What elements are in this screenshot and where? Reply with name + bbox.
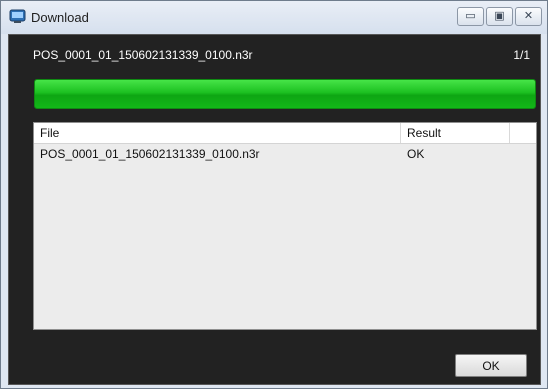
download-progress-bar xyxy=(34,79,536,109)
download-panel: POS_0001_01_150602131339_0100.n3r 1/1 Fi… xyxy=(8,34,541,385)
maximize-icon: ▣ xyxy=(494,10,505,22)
table-header: File Result xyxy=(34,123,536,144)
table-row[interactable]: POS_0001_01_150602131339_0100.n3r OK xyxy=(34,144,536,162)
minimize-icon: ▭ xyxy=(465,10,476,22)
column-header-result[interactable]: Result xyxy=(407,126,441,140)
column-divider[interactable] xyxy=(400,123,401,143)
result-table: File Result POS_0001_01_150602131339_010… xyxy=(33,122,537,330)
current-filename: POS_0001_01_150602131339_0100.n3r xyxy=(33,48,253,62)
row-result: OK xyxy=(407,147,425,161)
download-window: Download ▭ ▣ ✕ POS_0001_01_150602131339_… xyxy=(0,0,548,389)
ok-button[interactable]: OK xyxy=(455,354,527,377)
file-counter: 1/1 xyxy=(513,48,530,62)
row-file: POS_0001_01_150602131339_0100.n3r xyxy=(40,147,260,161)
download-app-icon xyxy=(9,9,26,23)
close-button[interactable]: ✕ xyxy=(515,7,542,26)
maximize-button[interactable]: ▣ xyxy=(486,7,513,26)
window-title: Download xyxy=(31,10,89,25)
progress-fill xyxy=(35,80,535,108)
title-bar[interactable]: Download ▭ ▣ ✕ xyxy=(1,1,547,34)
close-icon: ✕ xyxy=(523,10,534,22)
column-header-file[interactable]: File xyxy=(40,126,59,140)
minimize-button[interactable]: ▭ xyxy=(457,7,484,26)
column-divider[interactable] xyxy=(509,123,510,143)
